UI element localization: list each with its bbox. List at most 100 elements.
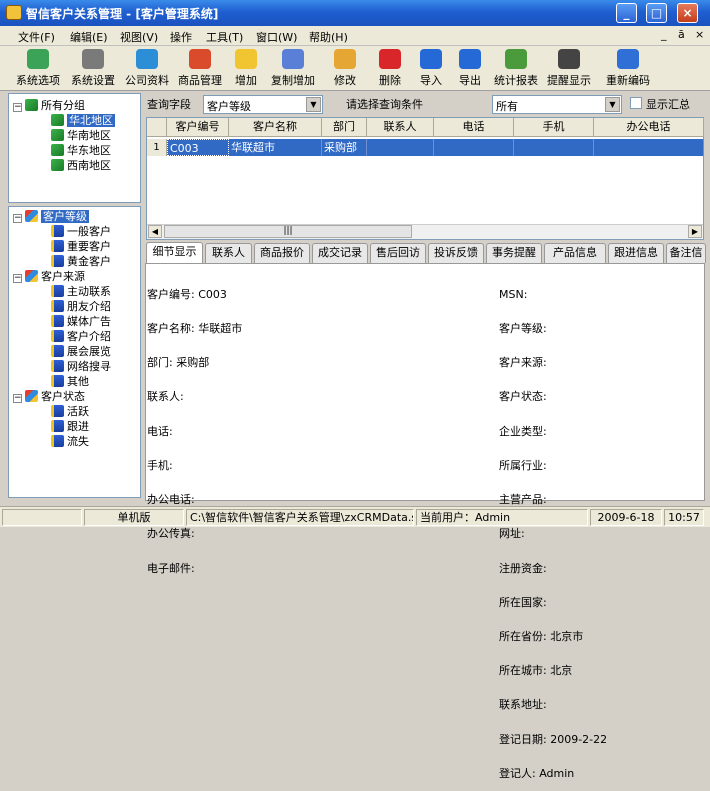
tab-complaints[interactable]: 投诉反馈	[428, 243, 484, 263]
tree-node-customer-status[interactable]: − 客户状态	[13, 388, 85, 403]
grid-cell[interactable]	[514, 139, 594, 156]
scroll-right-icon[interactable]: ▶	[688, 225, 702, 238]
column-header[interactable]: 电话	[434, 118, 514, 137]
tab-quotes[interactable]: 商品报价	[254, 243, 310, 263]
tree-node-level[interactable]: 黄金客户	[51, 253, 111, 268]
tree-node-source[interactable]: 主动联系	[51, 283, 111, 298]
menu-window[interactable]: 窗口(W)	[256, 29, 297, 45]
tab-product-info[interactable]: 产品信息	[544, 243, 606, 263]
tree-node-customer-level[interactable]: − 客户等级	[13, 208, 89, 223]
edit-button[interactable]: 修改	[331, 49, 359, 89]
tree-node-customer-source[interactable]: − 客户来源	[13, 268, 85, 283]
mdi-close-button[interactable]: ×	[695, 28, 704, 41]
collapse-icon[interactable]: −	[13, 394, 22, 403]
tree-node-all-groups[interactable]: − 所有分组	[13, 97, 85, 112]
tree-node-source[interactable]: 媒体广告	[51, 313, 111, 328]
tree-node-region[interactable]: 西南地区	[51, 157, 111, 172]
detail-field: 所在国家:	[499, 595, 547, 609]
mdi-minimize-button[interactable]: _	[661, 28, 667, 41]
system-options-button[interactable]: 系统选项	[15, 49, 61, 89]
tree-node-level[interactable]: 一般客户	[51, 223, 111, 238]
tab-notes[interactable]: 备注信	[666, 243, 706, 263]
group-tree: − 所有分组 华北地区 华南地区 华东地区 西南地区	[8, 93, 141, 203]
system-settings-button[interactable]: 系统设置	[69, 49, 117, 89]
copy-add-button[interactable]: 复制增加	[269, 49, 317, 89]
grid-cell[interactable]: 华联超市	[229, 139, 322, 156]
dropdown-arrow-icon[interactable]: ▼	[605, 97, 620, 112]
menu-view[interactable]: 视图(V)	[120, 29, 158, 45]
mdi-restore-button[interactable]: ā	[678, 28, 685, 41]
menu-help[interactable]: 帮助(H)	[309, 29, 348, 45]
reminder-display-button[interactable]: 提醒显示	[545, 49, 593, 89]
menu-edit[interactable]: 编辑(E)	[70, 29, 108, 45]
tree-node-source[interactable]: 朋友介绍	[51, 298, 111, 313]
category-icon	[25, 210, 38, 222]
product-manage-button[interactable]: 商品管理	[176, 49, 224, 89]
tree-node-source[interactable]: 展会展览	[51, 343, 111, 358]
copy-add-icon	[282, 49, 304, 69]
tab-reminders[interactable]: 事务提醒	[486, 243, 542, 263]
detail-field: 电话:	[147, 424, 173, 438]
book-icon	[51, 360, 64, 372]
tree-node-status[interactable]: 跟进	[51, 418, 89, 433]
recode-button[interactable]: 重新编码	[603, 49, 653, 89]
menu-operate[interactable]: 操作	[170, 29, 192, 45]
scrollbar-thumb[interactable]: |||	[164, 225, 412, 238]
detail-field: 办公电话:	[147, 493, 195, 507]
query-condition-select[interactable]: 所有 ▼	[492, 95, 622, 114]
column-header[interactable]: 办公电话	[594, 118, 704, 137]
menu-tools[interactable]: 工具(T)	[206, 29, 243, 45]
collapse-icon[interactable]: −	[13, 214, 22, 223]
tab-follow-up[interactable]: 跟进信息	[608, 243, 664, 263]
export-button[interactable]: 导出	[456, 49, 484, 89]
menu-file[interactable]: 文件(F)	[18, 29, 55, 45]
tab-contacts[interactable]: 联系人	[205, 243, 252, 263]
dropdown-arrow-icon[interactable]: ▼	[306, 97, 321, 112]
close-button[interactable]: ×	[677, 3, 698, 23]
import-button[interactable]: 导入	[417, 49, 445, 89]
system-settings-icon	[82, 49, 104, 69]
tab-after-sales[interactable]: 售后回访	[370, 243, 426, 263]
statistics-report-button[interactable]: 统计报表	[492, 49, 540, 89]
tree-node-source[interactable]: 其他	[51, 373, 89, 388]
show-summary-checkbox[interactable]	[630, 97, 642, 109]
grid-cell[interactable]: C003	[167, 139, 229, 156]
collapse-icon[interactable]: −	[13, 274, 22, 283]
scroll-left-icon[interactable]: ◀	[148, 225, 162, 238]
grid-cell[interactable]	[434, 139, 514, 156]
grid-cell[interactable]	[367, 139, 434, 156]
tree-node-level[interactable]: 重要客户	[51, 238, 111, 253]
collapse-icon[interactable]: −	[13, 103, 22, 112]
product-manage-icon	[189, 49, 211, 69]
category-icon	[25, 390, 38, 402]
tree-node-region[interactable]: 华北地区	[51, 112, 115, 127]
query-field-select[interactable]: 客户等级 ▼	[203, 95, 323, 114]
column-header[interactable]: 联系人	[367, 118, 434, 137]
tree-node-status[interactable]: 流失	[51, 433, 89, 448]
column-header[interactable]: 部门	[322, 118, 367, 137]
export-icon	[459, 49, 481, 69]
column-header[interactable]: 客户名称	[229, 118, 322, 137]
tab-detail[interactable]: 细节显示	[146, 242, 203, 264]
column-header[interactable]: 手机	[514, 118, 594, 137]
grid-cell[interactable]	[594, 139, 704, 156]
detail-field: 办公传真:	[147, 527, 195, 541]
tree-node-region[interactable]: 华南地区	[51, 127, 111, 142]
status-cell-empty	[2, 509, 82, 526]
minimize-button[interactable]: _	[616, 3, 637, 23]
company-info-button[interactable]: 公司资料	[123, 49, 171, 89]
add-button[interactable]: 增加	[232, 49, 260, 89]
tree-node-source[interactable]: 客户介绍	[51, 328, 111, 343]
tree-node-region[interactable]: 华东地区	[51, 142, 111, 157]
tab-deals[interactable]: 成交记录	[312, 243, 368, 263]
column-header[interactable]: 客户编号	[167, 118, 229, 137]
tree-node-source[interactable]: 网络搜寻	[51, 358, 111, 373]
delete-button[interactable]: 删除	[376, 49, 404, 89]
row-number: 1	[147, 139, 167, 156]
company-info-icon	[136, 49, 158, 69]
tree-node-status[interactable]: 活跃	[51, 403, 89, 418]
detail-field: 登记人: Admin	[499, 766, 575, 780]
book-icon	[51, 420, 64, 432]
grid-cell[interactable]: 采购部	[322, 139, 367, 156]
maximize-button[interactable]: □	[646, 3, 667, 23]
